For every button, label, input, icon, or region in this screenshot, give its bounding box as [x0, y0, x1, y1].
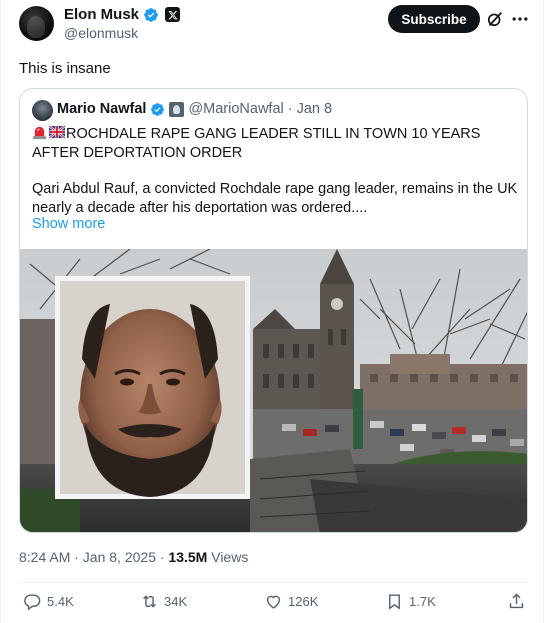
more-icon[interactable]	[510, 9, 530, 29]
like-button[interactable]: 126K	[264, 592, 318, 611]
tweet-timestamp[interactable]: 8:24 AM · Jan 8, 2025 ·	[19, 549, 168, 565]
media-photo	[20, 249, 527, 532]
quoted-media-image[interactable]	[20, 249, 527, 532]
author-name-row: Elon Musk	[64, 6, 181, 23]
emoji-prefix	[32, 125, 65, 140]
reply-count: 5.4K	[47, 594, 74, 609]
share-button[interactable]	[507, 592, 526, 611]
quoted-display-name[interactable]: Mario Nawfal	[57, 101, 146, 117]
reply-button[interactable]: 5.4K	[23, 592, 74, 611]
bookmark-count: 1.7K	[409, 594, 436, 609]
subscribe-button[interactable]: Subscribe	[388, 5, 480, 33]
author-avatar[interactable]	[19, 6, 54, 41]
tweet-timestamp-row: 8:24 AM · Jan 8, 2025 · 13.5M Views	[19, 549, 248, 565]
tweet-text: This is insane	[19, 60, 111, 77]
bookmark-button[interactable]: 1.7K	[385, 592, 436, 611]
author-display-name[interactable]: Elon Musk	[64, 6, 139, 23]
verified-badge-icon	[151, 102, 165, 116]
quoted-handle-date[interactable]: @MarioNawfal · Jan 8	[188, 101, 332, 117]
reply-icon	[24, 594, 41, 611]
verified-badge-icon	[144, 7, 158, 22]
uk-flag-emoji-icon	[49, 125, 65, 139]
x-logo-icon	[165, 7, 181, 22]
tweet-card: Elon Musk @elonmusk Subscribe This is in…	[0, 0, 544, 623]
quoted-body-text: Qari Abdul Rauf, a convicted Rochdale ra…	[32, 181, 518, 216]
views-count: 13.5M	[168, 549, 208, 565]
views-label: Views	[207, 549, 249, 565]
share-icon	[509, 593, 524, 609]
siren-emoji-icon	[32, 126, 47, 140]
bookmark-icon	[389, 594, 400, 610]
quoted-author-row: Mario Nawfal @MarioNawfal · Jan 8	[57, 101, 332, 117]
quoted-author-avatar[interactable]	[32, 100, 53, 121]
grok-icon[interactable]	[485, 9, 505, 29]
repost-button[interactable]: 34K	[140, 592, 187, 611]
heart-icon	[266, 595, 281, 609]
affiliation-badge-icon	[169, 101, 185, 117]
action-bar: 5.4K 34K 126K 1.7K	[19, 592, 528, 616]
quoted-headline: ROCHDALE RAPE GANG LEADER STILL IN TOWN …	[32, 125, 518, 163]
like-count: 126K	[288, 594, 319, 609]
quoted-headline-text: ROCHDALE RAPE GANG LEADER STILL IN TOWN …	[32, 126, 481, 161]
quoted-tweet[interactable]: Mario Nawfal @MarioNawfal · Jan 8 ROCHDA…	[19, 88, 528, 533]
show-more-link[interactable]: Show more	[32, 216, 105, 232]
repost-count: 34K	[164, 594, 188, 609]
repost-icon	[143, 595, 156, 608]
author-handle[interactable]: @elonmusk	[64, 25, 138, 41]
divider	[19, 582, 528, 583]
